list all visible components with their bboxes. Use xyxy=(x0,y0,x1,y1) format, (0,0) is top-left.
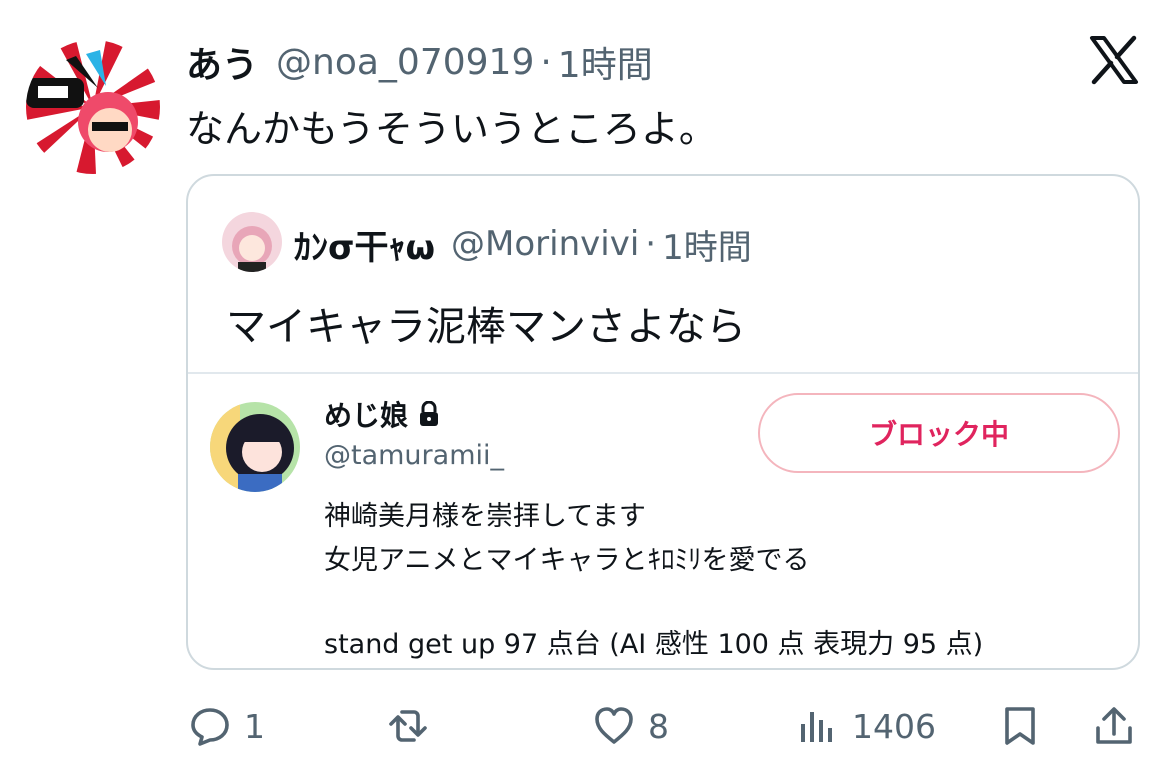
profile-bio-line: 女児アニメとマイキャラとｷﾛﾐﾘを愛でる xyxy=(324,545,810,576)
quoted-author-avatar[interactable] xyxy=(222,212,282,272)
x-logo-icon xyxy=(1088,34,1140,86)
profile-bio-line: stand get up 97 点台 (AI 感性 100 点 表現力 95 点… xyxy=(324,629,984,660)
share-icon xyxy=(1096,707,1132,744)
views-button[interactable]: 1406 xyxy=(796,696,936,756)
author-handle[interactable]: @noa_070919 xyxy=(276,42,534,83)
profile-handle: @tamuramii_ xyxy=(324,440,504,471)
profile-name: めじ娘 xyxy=(324,399,409,432)
quoted-author-handle[interactable]: @Morinvivi xyxy=(451,224,639,264)
quoted-tweet-time: 1時間 xyxy=(662,227,752,268)
quoted-tweet-text: マイキャラ泥棒マンさよなら xyxy=(226,304,746,350)
author-avatar[interactable] xyxy=(26,40,160,174)
quoted-tweet[interactable]: ｶﾝσ干ｬω @Morinvivi · 1時間 マイキャラ泥棒マンさよなら めじ… xyxy=(186,174,1140,670)
like-count: 8 xyxy=(648,706,669,746)
tweet-time[interactable]: 1時間 xyxy=(558,36,653,88)
retweet-button[interactable] xyxy=(386,696,442,756)
profile-name-row: めじ娘 xyxy=(324,394,440,434)
like-icon xyxy=(595,707,633,744)
tweet-actions: 1 8 1406 xyxy=(0,696,1170,756)
tweet-header: あう @noa_070919 · 1時間 xyxy=(186,36,653,88)
tweet-text: なんかもうそういうところよ。 xyxy=(186,107,717,151)
lock-icon xyxy=(420,401,439,426)
quoted-author-name[interactable]: ｶﾝσ干ｬω xyxy=(294,220,435,269)
profile-avatar[interactable] xyxy=(210,402,300,492)
retweet-icon xyxy=(389,710,427,742)
view-count: 1406 xyxy=(852,706,936,746)
bookmark-icon xyxy=(1005,707,1035,745)
divider xyxy=(188,372,1138,374)
reply-icon xyxy=(191,708,229,746)
like-button[interactable]: 8 xyxy=(592,696,669,756)
separator: · xyxy=(645,224,657,264)
reply-count: 1 xyxy=(244,706,265,746)
reply-button[interactable]: 1 xyxy=(188,696,265,756)
author-name[interactable]: あう xyxy=(186,36,258,88)
bookmark-button[interactable] xyxy=(998,696,1042,756)
share-button[interactable] xyxy=(1092,696,1136,756)
quoted-tweet-header: ｶﾝσ干ｬω @Morinvivi · 1時間 xyxy=(294,218,752,270)
profile-bio-line: 神崎美月様を崇拝してます xyxy=(324,501,646,532)
views-icon xyxy=(801,712,832,742)
separator: · xyxy=(540,41,552,83)
blocked-button[interactable]: ブロック中 xyxy=(758,393,1120,473)
